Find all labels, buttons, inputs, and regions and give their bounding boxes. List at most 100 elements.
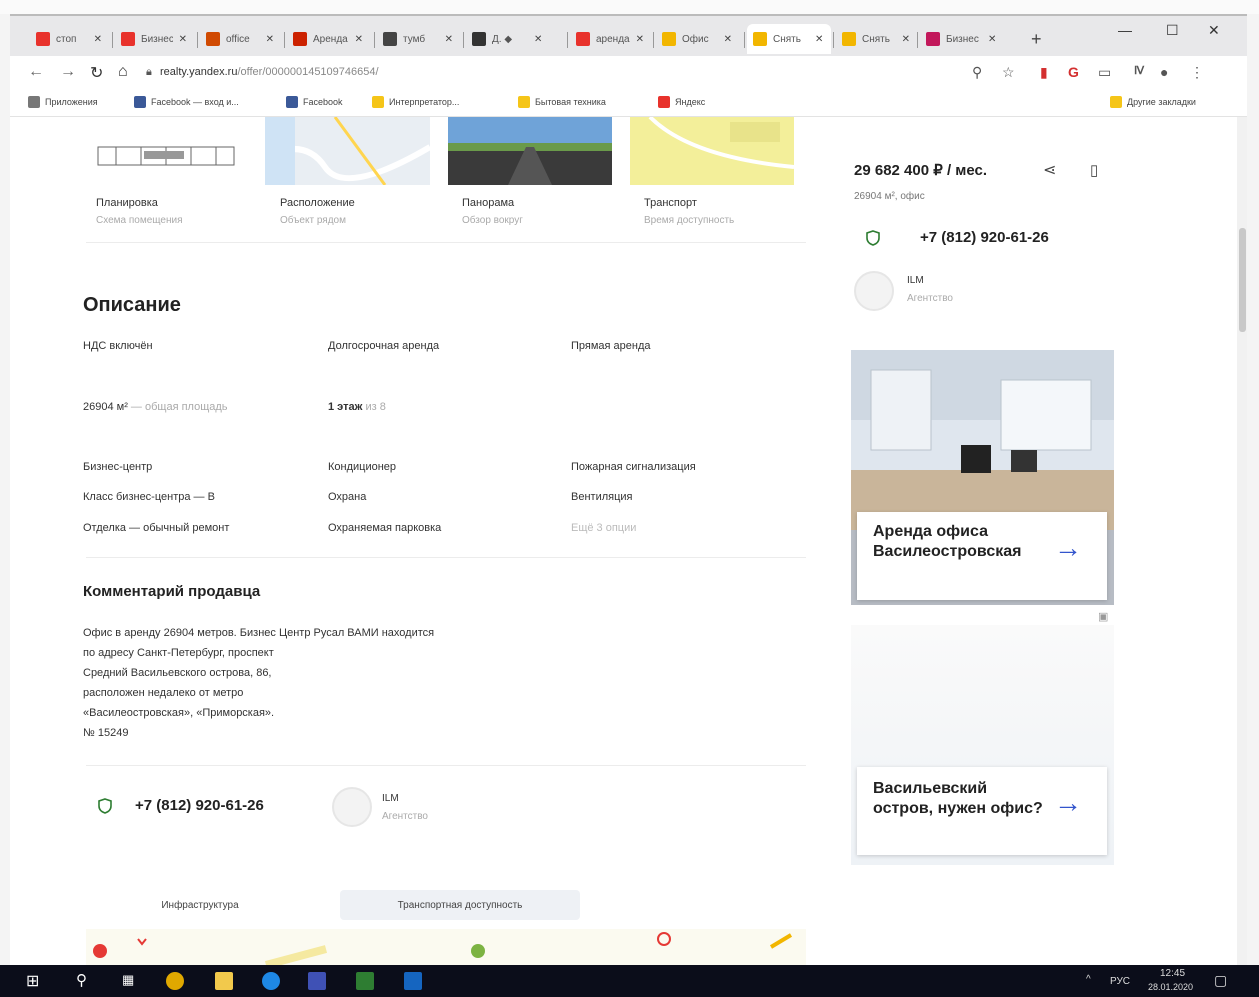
transport-map-thumbnail[interactable] — [630, 117, 794, 185]
language-indicator[interactable]: РУС — [1110, 976, 1130, 987]
browser-tab[interactable]: Аренда ✕ — [287, 24, 369, 54]
tab-separator — [744, 32, 745, 48]
sidebar-phone-number[interactable]: +7 (812) 920-61-26 — [920, 229, 1049, 246]
browser-tab[interactable]: Офис ✕ — [656, 24, 738, 54]
feature-item: Класс бизнес-центра — B — [83, 491, 215, 503]
feature-vat: НДС включён — [83, 340, 153, 352]
skype-icon[interactable] — [262, 972, 280, 990]
address-bar[interactable]: realty.yandex.ru/offer/00000014510974665… — [160, 66, 379, 78]
browser-tab[interactable]: Бизнес ✕ — [115, 24, 193, 54]
extension-icon[interactable]: ▮ — [1040, 64, 1048, 81]
office-icon — [206, 32, 220, 46]
extension-doc-icon[interactable]: ▭ — [1098, 64, 1111, 81]
browser-tab[interactable]: стоп ✕ — [30, 24, 108, 54]
profile-icon[interactable]: ● — [1160, 64, 1168, 80]
bookmark-item[interactable]: Приложения — [28, 96, 98, 108]
media-sublabel: Время доступность — [644, 215, 735, 226]
excel-icon[interactable] — [356, 972, 374, 990]
maximize-icon[interactable]: ☐ — [1166, 22, 1179, 39]
home-icon[interactable]: ⌂ — [118, 63, 128, 81]
browser-tab[interactable]: Д. ◆ ✕ — [466, 24, 562, 54]
close-tab-icon[interactable]: ✕ — [94, 34, 102, 45]
extension-pdf-icon[interactable]: Ⅳ — [1134, 64, 1144, 77]
file-explorer-icon[interactable] — [215, 972, 233, 990]
forward-icon[interactable]: → — [60, 63, 76, 81]
tab-separator — [917, 32, 918, 48]
close-tab-icon[interactable]: ✕ — [815, 34, 823, 45]
slides-icon — [926, 32, 940, 46]
new-tab-button[interactable]: + — [1025, 24, 1048, 54]
close-tab-icon[interactable]: ✕ — [902, 34, 910, 45]
bookmark-label: Приложения — [45, 97, 98, 107]
ad-card[interactable]: Аренда офиса Василеостровская → — [857, 512, 1107, 600]
agent-type: Агентство — [382, 811, 428, 822]
search-icon[interactable]: ⚲ — [972, 64, 982, 81]
browser-tab[interactable]: тумб ✕ — [377, 24, 459, 54]
browser-tab[interactable]: Снять ✕ — [836, 24, 916, 54]
menu-icon[interactable]: ⋮ — [1190, 64, 1204, 81]
bookmark-item[interactable]: Facebook — вход и... — [134, 96, 239, 108]
notifications-icon[interactable]: ▢ — [1214, 972, 1227, 989]
ad-info-icon[interactable]: ▣ — [1098, 610, 1108, 623]
tab-title: тумб — [403, 33, 426, 45]
infrastructure-map[interactable] — [86, 929, 806, 965]
chrome-icon[interactable] — [166, 972, 184, 990]
windows-start-icon[interactable]: ⊞ — [26, 971, 39, 991]
other-bookmarks[interactable]: Другие закладки — [1110, 96, 1196, 108]
media-label[interactable]: Расположение — [280, 197, 355, 209]
media-label[interactable]: Транспорт — [644, 197, 697, 209]
browser-tab[interactable]: office ✕ — [200, 24, 280, 54]
reload-icon[interactable]: ↻ — [90, 63, 103, 83]
clock-time[interactable]: 12:45 — [1160, 968, 1185, 979]
bookmark-item[interactable]: Facebook — [286, 96, 343, 108]
browser-tab[interactable]: Бизнес ✕ — [920, 24, 1012, 54]
close-tab-icon[interactable]: ✕ — [636, 34, 644, 45]
tab-infrastructure[interactable]: Инфраструктура — [140, 890, 260, 920]
search-icon[interactable]: ⚲ — [76, 971, 87, 989]
tab-separator — [374, 32, 375, 48]
phone-number[interactable]: +7 (812) 920-61-26 — [135, 797, 264, 814]
close-tab-icon[interactable]: ✕ — [266, 34, 274, 45]
close-tab-icon[interactable]: ✕ — [179, 34, 187, 45]
ad-title: Аренда офиса Василеостровская — [873, 523, 1022, 560]
share-icon[interactable]: ⋖ — [1043, 160, 1056, 180]
ad-card[interactable]: Васильевский остров, нужен офис? → — [857, 767, 1107, 855]
word-icon[interactable] — [404, 972, 422, 990]
bookmark-favicon-icon — [658, 96, 670, 108]
minimize-icon[interactable]: — — [1118, 22, 1132, 38]
seller-comment-text: Офис в аренду 26904 метров. Бизнес Центр… — [83, 627, 435, 739]
close-window-icon[interactable]: ✕ — [1208, 22, 1220, 39]
media-label[interactable]: Панорама — [462, 197, 514, 209]
outlook-icon[interactable] — [308, 972, 326, 990]
browser-tab[interactable]: Снять ✕ — [747, 24, 831, 54]
tab-title: Бизнес — [141, 33, 173, 45]
feature-item: Пожарная сигнализация — [571, 461, 696, 473]
task-view-icon[interactable]: ▦ — [122, 972, 134, 988]
panorama-thumbnail[interactable] — [448, 117, 612, 185]
clock-date[interactable]: 28.01.2020 — [1148, 982, 1193, 992]
close-tab-icon[interactable]: ✕ — [724, 34, 732, 45]
more-features-link[interactable]: Ещё 3 опции — [571, 522, 636, 534]
extension-g-icon[interactable]: G — [1068, 64, 1079, 80]
scrollbar-thumb[interactable] — [1239, 228, 1246, 332]
close-tab-icon[interactable]: ✕ — [988, 34, 996, 45]
bookmark-item[interactable]: Интерпретатор... — [372, 96, 459, 108]
close-tab-icon[interactable]: ✕ — [534, 34, 542, 45]
feature-long-term: Долгосрочная аренда — [328, 340, 440, 352]
windows-taskbar: ⊞ ⚲ ▦ ^ РУС 12:45 28.01.2020 ▢ — [0, 965, 1259, 997]
close-tab-icon[interactable]: ✕ — [355, 34, 363, 45]
browser-tab[interactable]: аренда ✕ — [570, 24, 650, 54]
bookmark-icon[interactable]: ▯ — [1090, 161, 1098, 179]
location-map-thumbnail[interactable] — [265, 117, 430, 185]
back-icon[interactable]: ← — [28, 63, 44, 81]
tab-transport-access[interactable]: Транспортная доступность — [340, 890, 580, 920]
bookmark-item[interactable]: Бытовая техника — [518, 96, 606, 108]
bookmark-item[interactable]: Яндекс — [658, 96, 705, 108]
tab-title: Бизнес — [946, 33, 979, 45]
close-tab-icon[interactable]: ✕ — [445, 34, 453, 45]
floor-plan-thumbnail[interactable] — [96, 117, 236, 185]
page-content: Планировка Схема помещения Расположение Объ… — [10, 117, 1237, 965]
tray-chevron-icon[interactable]: ^ — [1086, 974, 1091, 985]
star-icon[interactable]: ☆ — [1002, 64, 1015, 81]
media-label[interactable]: Планировка — [96, 197, 158, 209]
